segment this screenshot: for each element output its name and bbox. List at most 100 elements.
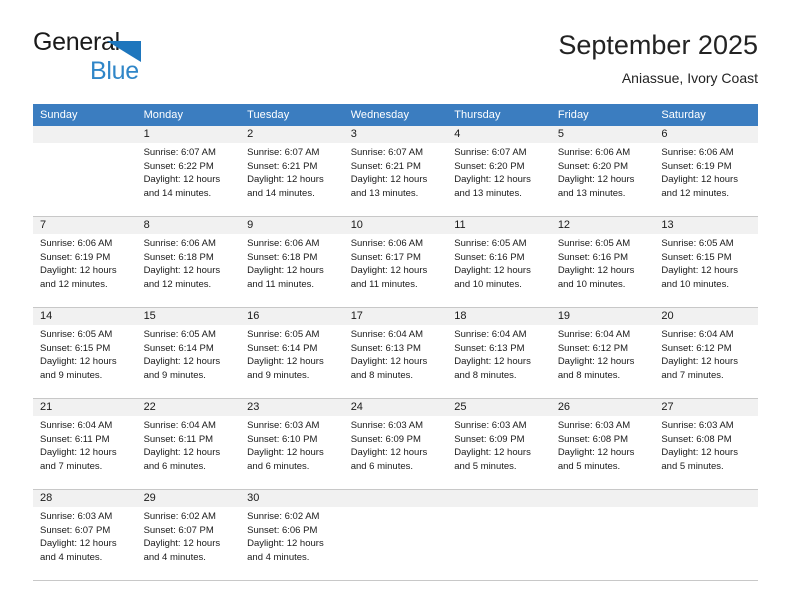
day-number: 10: [343, 217, 448, 234]
daylight-duration-line2: and 9 minutes.: [143, 369, 206, 381]
calendar-day-cell[interactable]: 11 Sunrise: 6:05 AM Sunset: 6:16 PM Dayligh…: [447, 216, 551, 308]
day-cell-inner: 25 Sunrise: 6:03 AM Sunset: 6:09 PM Dayligh…: [447, 399, 551, 489]
day-number: 19: [550, 308, 655, 325]
day-number: [550, 490, 655, 507]
calendar-day-cell[interactable]: 20 Sunrise: 6:04 AM Sunset: 6:12 PM Dayligh…: [654, 307, 758, 399]
calendar-day-cell[interactable]: 25 Sunrise: 6:03 AM Sunset: 6:09 PM Dayligh…: [447, 398, 551, 490]
day-details: Sunrise: 6:03 AM Sunset: 6:07 PM Daylight:…: [33, 507, 137, 564]
day-number: 14: [33, 308, 137, 325]
sunset-time: Sunset: 6:18 PM: [247, 251, 318, 263]
day-cell-inner: 9 Sunrise: 6:06 AM Sunset: 6:18 PM Daylight…: [240, 217, 344, 307]
daylight-duration-line1: Daylight: 12 hours: [143, 174, 221, 185]
sunrise-time: Sunrise: 6:02 AM: [247, 511, 320, 522]
calendar-day-cell[interactable]: 12 Sunrise: 6:05 AM Sunset: 6:16 PM Dayligh…: [550, 216, 655, 308]
calendar-day-cell[interactable]: 30 Sunrise: 6:02 AM Sunset: 6:06 PM Dayligh…: [240, 489, 344, 581]
day-number: 25: [447, 399, 551, 416]
sunrise-time: Sunrise: 6:07 AM: [247, 147, 320, 158]
calendar-day-cell[interactable]: 13 Sunrise: 6:05 AM Sunset: 6:15 PM Dayligh…: [654, 216, 758, 308]
calendar-day-cell-empty: [33, 126, 137, 217]
day-cell-inner: 20 Sunrise: 6:04 AM Sunset: 6:12 PM Dayligh…: [654, 308, 758, 398]
sunrise-time: Sunrise: 6:06 AM: [557, 147, 631, 158]
calendar-day-cell[interactable]: 9 Sunrise: 6:06 AM Sunset: 6:18 PM Daylight…: [240, 216, 344, 308]
day-cell-inner: 4 Sunrise: 6:07 AM Sunset: 6:20 PM Daylight…: [447, 126, 551, 216]
daylight-duration-line1: Daylight: 12 hours: [454, 447, 531, 458]
day-number: 23: [240, 399, 344, 416]
day-number: 18: [447, 308, 551, 325]
calendar-day-cell[interactable]: 21 Sunrise: 6:04 AM Sunset: 6:11 PM Dayligh…: [33, 398, 137, 490]
sunset-time: Sunset: 6:16 PM: [454, 251, 525, 263]
calendar-day-cell[interactable]: 6 Sunrise: 6:06 AM Sunset: 6:19 PM Daylight…: [654, 126, 758, 217]
daylight-duration-line1: Daylight: 12 hours: [143, 265, 221, 276]
daylight-duration-line2: and 10 minutes.: [454, 278, 522, 290]
calendar-day-cell[interactable]: 26 Sunrise: 6:03 AM Sunset: 6:08 PM Dayligh…: [550, 398, 655, 490]
calendar-day-cell[interactable]: 14 Sunrise: 6:05 AM Sunset: 6:15 PM Dayligh…: [33, 307, 137, 399]
calendar-day-cell[interactable]: 27 Sunrise: 6:03 AM Sunset: 6:08 PM Dayligh…: [654, 398, 758, 490]
daylight-duration-line1: Daylight: 12 hours: [350, 356, 428, 367]
daylight-duration-line1: Daylight: 12 hours: [247, 174, 324, 185]
sunrise-time: Sunrise: 6:03 AM: [454, 420, 527, 431]
daylight-duration-line2: and 6 minutes.: [143, 460, 206, 472]
sunset-time: Sunset: 6:07 PM: [40, 524, 111, 536]
calendar-day-cell[interactable]: 22 Sunrise: 6:04 AM Sunset: 6:11 PM Dayligh…: [136, 398, 241, 490]
day-number: 5: [550, 126, 655, 143]
day-number: 8: [136, 217, 241, 234]
calendar-day-cell[interactable]: 3 Sunrise: 6:07 AM Sunset: 6:21 PM Daylight…: [343, 126, 448, 217]
day-cell-inner: 21 Sunrise: 6:04 AM Sunset: 6:11 PM Dayligh…: [33, 399, 137, 489]
calendar-day-cell[interactable]: 4 Sunrise: 6:07 AM Sunset: 6:20 PM Daylight…: [447, 126, 551, 217]
daylight-duration-line2: and 5 minutes.: [557, 460, 621, 472]
day-cell-inner: 5 Sunrise: 6:06 AM Sunset: 6:20 PM Daylight…: [550, 126, 655, 216]
day-cell-inner: 8 Sunrise: 6:06 AM Sunset: 6:18 PM Daylight…: [136, 217, 241, 307]
generalblue-logo[interactable]: General Blue: [33, 28, 223, 88]
daylight-duration-line2: and 12 minutes.: [661, 187, 729, 199]
day-details: Sunrise: 6:04 AM Sunset: 6:11 PM Daylight:…: [137, 416, 241, 473]
day-details: Sunrise: 6:06 AM Sunset: 6:20 PM Daylight:…: [551, 143, 655, 200]
sunset-time: Sunset: 6:20 PM: [454, 160, 525, 172]
page-subtitle-location: Aniassue, Ivory Coast: [621, 70, 758, 86]
day-details: Sunrise: 6:06 AM Sunset: 6:18 PM Daylight:…: [240, 234, 344, 291]
calendar-day-cell[interactable]: 17 Sunrise: 6:04 AM Sunset: 6:13 PM Dayligh…: [343, 307, 448, 399]
day-details: Sunrise: 6:03 AM Sunset: 6:10 PM Daylight:…: [240, 416, 344, 473]
calendar-day-cell[interactable]: 8 Sunrise: 6:06 AM Sunset: 6:18 PM Daylight…: [136, 216, 241, 308]
day-number: [33, 126, 137, 143]
daylight-duration-line2: and 8 minutes.: [454, 369, 517, 381]
page-header: General Blue September 2025 Aniassue, Iv…: [33, 28, 758, 94]
weekday-header-sunday: Sunday: [33, 104, 137, 126]
day-cell-inner: [343, 490, 448, 580]
day-number: 2: [240, 126, 344, 143]
calendar-day-cell[interactable]: 1 Sunrise: 6:07 AM Sunset: 6:22 PM Daylight…: [136, 126, 241, 217]
calendar-day-cell[interactable]: 7 Sunrise: 6:06 AM Sunset: 6:19 PM Daylight…: [33, 216, 137, 308]
daylight-duration-line2: and 10 minutes.: [557, 278, 626, 290]
calendar-page: General Blue September 2025 Aniassue, Iv…: [0, 0, 792, 612]
sunrise-time: Sunrise: 6:06 AM: [350, 238, 424, 249]
sunset-time: Sunset: 6:11 PM: [40, 433, 110, 445]
calendar-day-cell[interactable]: 24 Sunrise: 6:03 AM Sunset: 6:09 PM Dayligh…: [343, 398, 448, 490]
calendar-day-cell[interactable]: 2 Sunrise: 6:07 AM Sunset: 6:21 PM Daylight…: [240, 126, 344, 217]
calendar-day-cell[interactable]: 16 Sunrise: 6:05 AM Sunset: 6:14 PM Dayligh…: [240, 307, 344, 399]
weekday-header-saturday: Saturday: [654, 104, 758, 126]
day-number: 12: [550, 217, 655, 234]
calendar-week-row: 14 Sunrise: 6:05 AM Sunset: 6:15 PM Dayligh…: [33, 307, 758, 399]
calendar-day-cell[interactable]: 18 Sunrise: 6:04 AM Sunset: 6:13 PM Dayligh…: [447, 307, 551, 399]
daylight-duration-line2: and 8 minutes.: [350, 369, 414, 381]
sunrise-time: Sunrise: 6:07 AM: [454, 147, 527, 158]
calendar-day-cell[interactable]: 15 Sunrise: 6:05 AM Sunset: 6:14 PM Dayligh…: [136, 307, 241, 399]
logo-text-blue: Blue: [90, 57, 139, 85]
calendar-day-cell[interactable]: 29 Sunrise: 6:02 AM Sunset: 6:07 PM Dayligh…: [136, 489, 241, 581]
sunset-time: Sunset: 6:12 PM: [557, 342, 629, 354]
day-details: Sunrise: 6:04 AM Sunset: 6:11 PM Daylight:…: [33, 416, 137, 473]
sunrise-time: Sunrise: 6:05 AM: [661, 238, 734, 249]
calendar-day-cell[interactable]: 28 Sunrise: 6:03 AM Sunset: 6:07 PM Dayligh…: [33, 489, 137, 581]
day-cell-inner: 13 Sunrise: 6:05 AM Sunset: 6:15 PM Dayligh…: [654, 217, 758, 307]
day-number: 9: [240, 217, 344, 234]
calendar-day-cell[interactable]: 10 Sunrise: 6:06 AM Sunset: 6:17 PM Dayligh…: [343, 216, 448, 308]
sunrise-time: Sunrise: 6:03 AM: [350, 420, 424, 431]
day-number: 11: [447, 217, 551, 234]
daylight-duration-line2: and 5 minutes.: [661, 460, 724, 472]
sunset-time: Sunset: 6:15 PM: [40, 342, 111, 354]
day-cell-inner: [33, 126, 137, 216]
sunrise-time: Sunrise: 6:03 AM: [40, 511, 113, 522]
calendar-day-cell[interactable]: 19 Sunrise: 6:04 AM Sunset: 6:12 PM Dayligh…: [550, 307, 655, 399]
calendar-week-row: 1 Sunrise: 6:07 AM Sunset: 6:22 PM Daylight…: [33, 126, 758, 217]
calendar-day-cell[interactable]: 23 Sunrise: 6:03 AM Sunset: 6:10 PM Dayligh…: [240, 398, 344, 490]
calendar-day-cell[interactable]: 5 Sunrise: 6:06 AM Sunset: 6:20 PM Daylight…: [550, 126, 655, 217]
